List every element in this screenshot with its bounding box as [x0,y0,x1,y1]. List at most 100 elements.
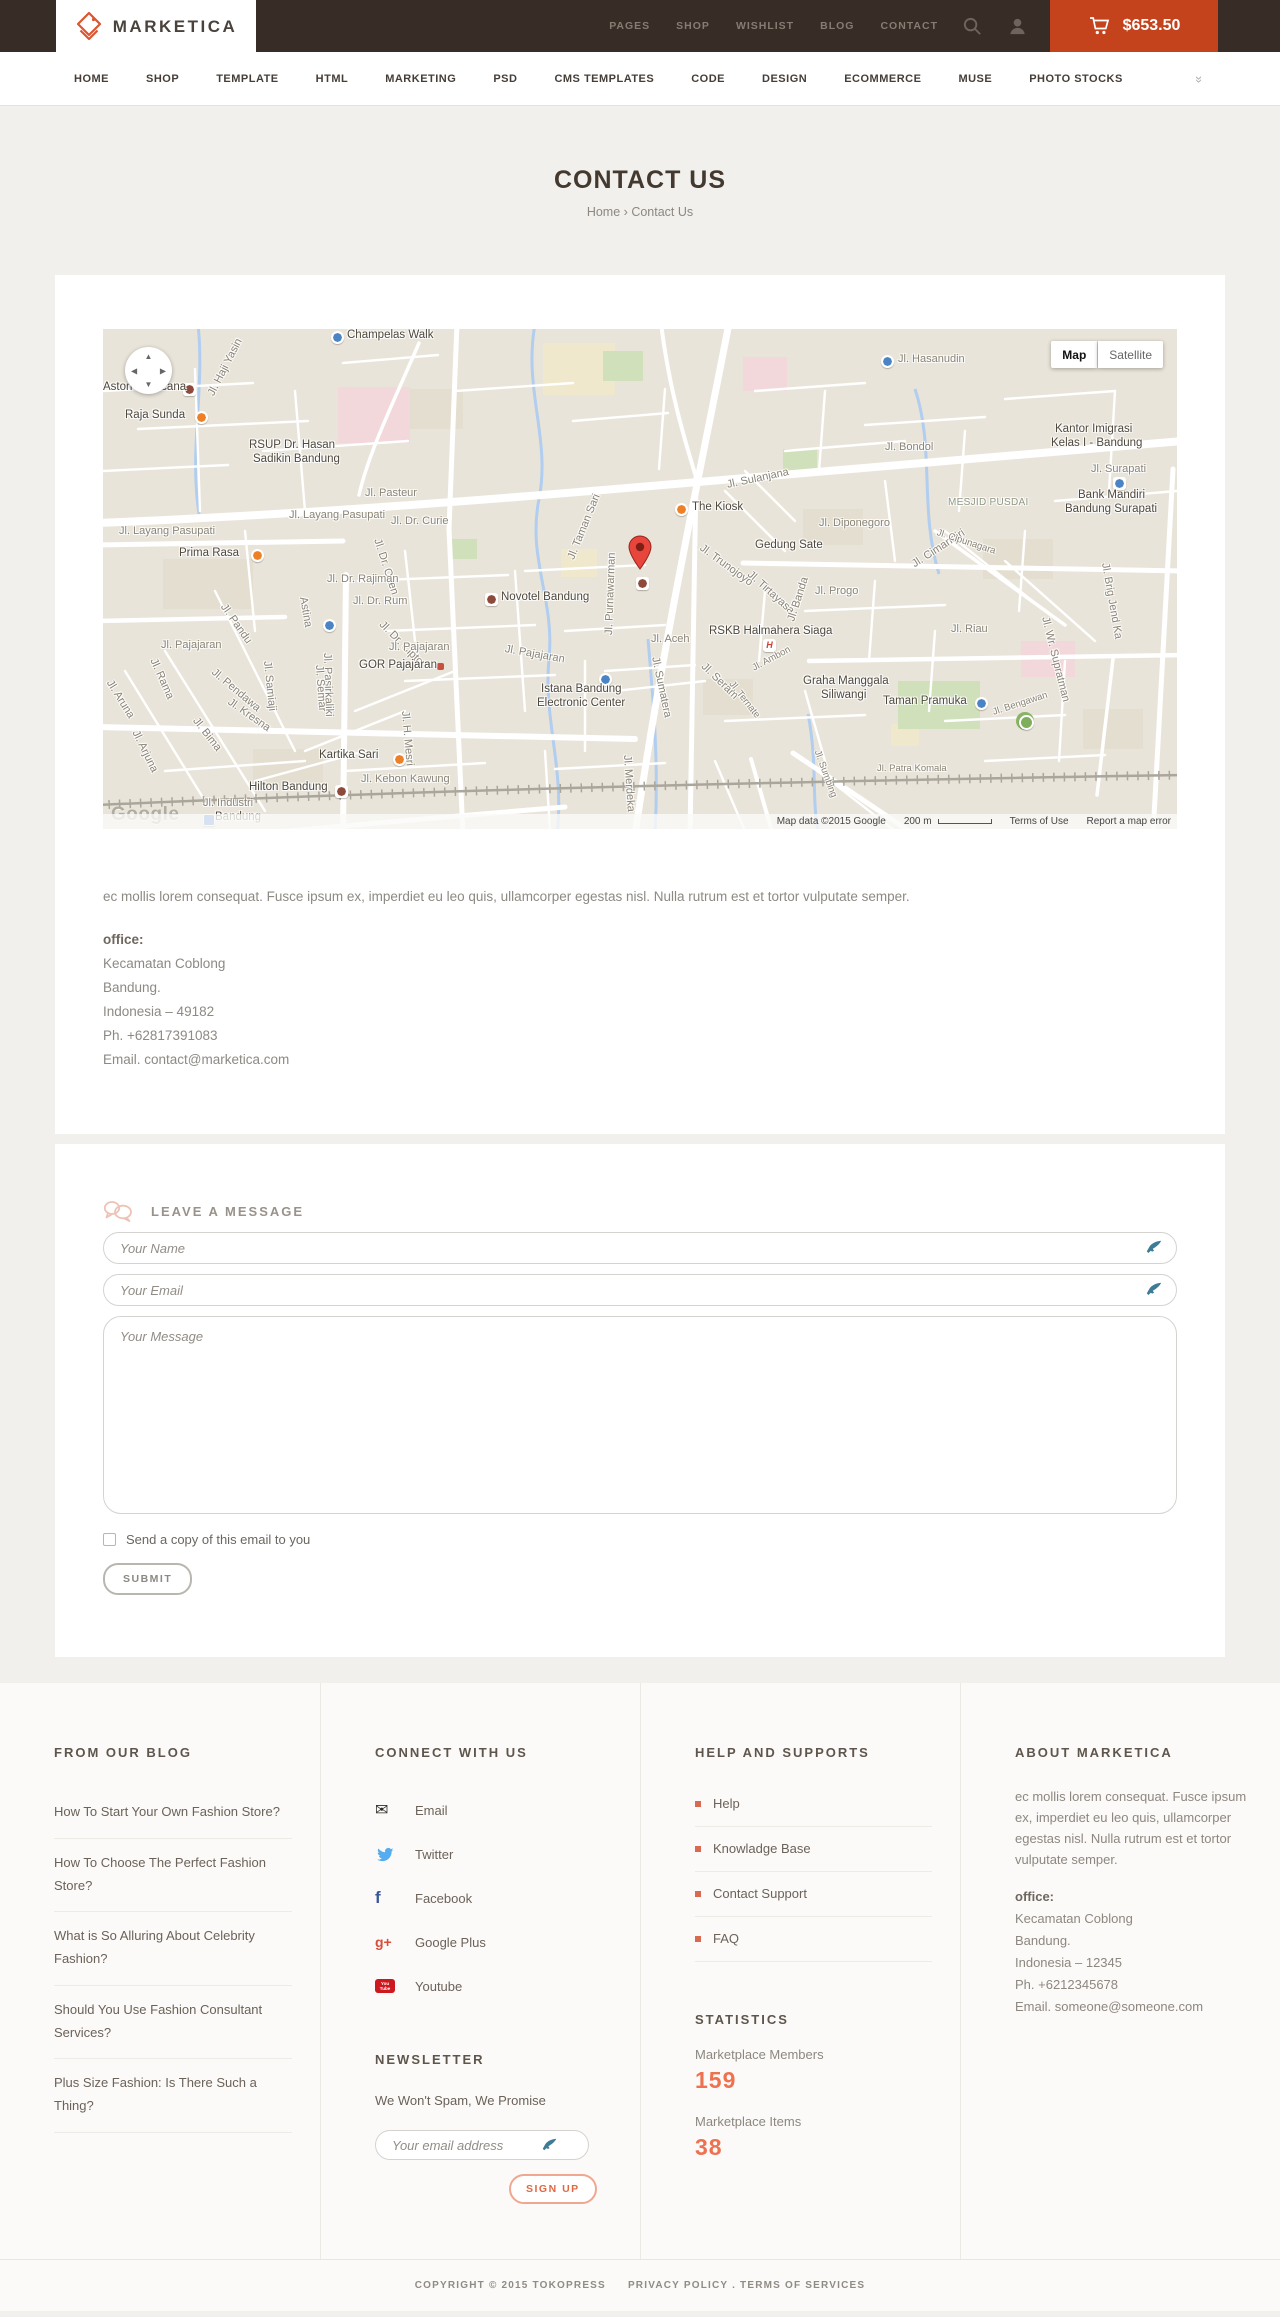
social-link-label: Email [415,1802,448,1818]
newsletter-title: NEWSLETTER [375,2052,485,2067]
map-poi-icon [1019,715,1034,730]
social-link-label: Google Plus [415,1934,486,1950]
category-nav-link[interactable]: MARKETING [385,73,456,85]
category-nav-link[interactable]: HOME [74,73,109,85]
blog-post-link[interactable]: Should You Use Fashion Consultant Servic… [54,1986,292,2060]
contact-intro-text: ec mollis lorem consequat. Fusce ipsum e… [103,889,910,904]
map-marker-icon[interactable] [628,535,652,571]
chevron-down-icon[interactable]: » [1192,76,1207,81]
statistic-label: Marketplace Items [695,2114,802,2129]
map-poi-icon [675,503,688,516]
terms-of-use-link[interactable]: Terms of Use [1010,816,1069,827]
category-nav-link[interactable]: TEMPLATE [216,73,278,85]
map-street-label: Jl. Surapati [1091,463,1147,475]
signup-button[interactable]: SIGN UP [509,2174,597,2204]
category-nav-link[interactable]: CODE [691,73,725,85]
map-street-label: Jl. Industri [203,797,254,809]
help-link[interactable]: FAQ [695,1917,932,1962]
social-link-label: Twitter [415,1846,454,1862]
map-type-map-button[interactable]: Map [1051,341,1098,368]
category-nav-items: HOME SHOP TEMPLATE HTML MARKETING PSD CMS TEMP… [74,73,1123,85]
map-street-label: RSUP Dr. Hasan [249,439,336,451]
category-nav-link[interactable]: MUSE [958,73,992,85]
map-street-label: Electronic Center [537,697,626,709]
help-link[interactable]: Knowladge Base [695,1827,932,1872]
category-nav-link[interactable]: PHOTO STOCKS [1029,73,1123,85]
name-input[interactable] [120,1240,1146,1256]
pan-left-icon[interactable]: ◀ [131,366,137,375]
page-head: CONTACT US Home › Contact Us [0,106,1280,219]
message-form-card: LEAVE A MESSAGE Send a copy of this emai… [55,1144,1225,1657]
social-link[interactable]: g+ Google Plus [375,1920,612,1964]
breadcrumb: Home › Contact Us [0,205,1280,219]
pan-up-icon[interactable]: ▲ [145,352,153,361]
map-street-label: Jl. Pasteur [365,487,417,499]
blog-post-link[interactable]: Plus Size Fashion: Is There Such a Thing… [54,2059,292,2133]
breadcrumb-separator: › [623,205,628,219]
social-link[interactable]: Twitter [375,1832,612,1876]
header-nav-link[interactable]: SHOP [676,20,710,32]
header-nav-link[interactable]: BLOG [820,20,854,32]
category-nav-link[interactable]: HTML [316,73,349,85]
map-street-label: Jl. Bondol [885,441,934,453]
social-link[interactable]: f Facebook [375,1876,612,1920]
twitter-icon [377,1847,394,1861]
about-office-line: Email. someone@someone.com [1015,1999,1204,2014]
category-nav-link[interactable]: ECOMMERCE [844,73,921,85]
social-link[interactable]: You tube [375,1964,612,2008]
map-street-label: Kartika Sari [319,749,379,761]
help-link[interactable]: Help [695,1782,932,1827]
brand-logo[interactable]: MARKETICA [56,0,256,53]
map-type-satellite-button[interactable]: Satellite [1098,341,1163,368]
map-attribution: Map data ©2015 Google 200 m Terms of Use… [103,814,1177,829]
office-line: Ph. +62817391083 [103,1028,218,1043]
map-street-label: GOR Pajajaran [359,659,437,671]
header-nav-link[interactable]: PAGES [609,20,650,32]
help-link-label: Knowladge Base [713,1841,811,1856]
map-pan-control[interactable]: ▲ ▼ ◀ ▶ [125,347,172,394]
help-link[interactable]: Contact Support [695,1872,932,1917]
category-nav-link[interactable]: PSD [493,73,517,85]
map-poi-icon [636,577,649,590]
header-nav-link[interactable]: CONTACT [880,20,938,32]
bullet-icon [695,1935,701,1942]
map-poi-icon [335,785,348,798]
map-street-label: Jl. Kebon Kawung [361,773,450,785]
category-nav-link[interactable]: CMS TEMPLATES [554,73,654,85]
search-icon[interactable] [962,16,983,37]
category-nav-link[interactable]: DESIGN [762,73,807,85]
blog-post-link[interactable]: How To Start Your Own Fashion Store? [54,1788,292,1839]
email-input[interactable] [120,1282,1146,1298]
page-title: CONTACT US [553,166,727,194]
breadcrumb-home[interactable]: Home [587,205,620,219]
blog-post-link[interactable]: What is So Alluring About Celebrity Fash… [54,1912,292,1986]
statistics-rows: Marketplace Members 159 Marketplace Item… [695,2047,932,2161]
newsletter-field-wrap [375,2130,589,2160]
map-poi-icon [437,663,444,670]
pan-right-icon[interactable]: ▶ [160,366,166,375]
google-map[interactable]: Champelas WalkJl. HasanudinJl. Haji Yasi… [103,329,1177,829]
map-scale-label: 200 m [903,816,932,827]
social-link[interactable]: ✉ Email [375,1788,612,1832]
send-copy-checkbox[interactable] [103,1533,116,1546]
blog-post-link[interactable]: How To Choose The Perfect Fashion Store? [54,1839,292,1913]
cart-button[interactable]: $653.50 [1050,0,1218,52]
submit-button[interactable]: SUBMIT [103,1563,193,1595]
tag-icon [76,11,101,40]
footer-connect-column: CONNECT WITH US ✉ Email Twitter f Facebo… [320,1683,640,2259]
message-textarea[interactable] [120,1329,1160,1501]
cart-total: $653.50 [1122,17,1181,34]
newsletter-email-input[interactable] [392,2137,542,2153]
about-office-address: office: Kecamatan Coblong Bandung. Indones… [1015,1886,1252,2018]
map-type-switcher: Map Satellite [1051,341,1163,368]
header-nav-link[interactable]: WISHLIST [736,20,794,32]
map-street-label: Bandung Surapati [1065,503,1158,515]
map-street-label: Prima Rasa [179,547,240,559]
facebook-icon: f [375,1888,381,1907]
pan-down-icon[interactable]: ▼ [145,380,153,389]
category-nav-link[interactable]: SHOP [146,73,179,85]
policy-links[interactable]: PRIVACY POLICY . TERMS OF SERVICES [628,2280,865,2291]
report-map-error-link[interactable]: Report a map error [1087,816,1171,827]
map-street-label: Siliwangi [821,689,867,701]
account-icon[interactable] [1007,16,1028,37]
